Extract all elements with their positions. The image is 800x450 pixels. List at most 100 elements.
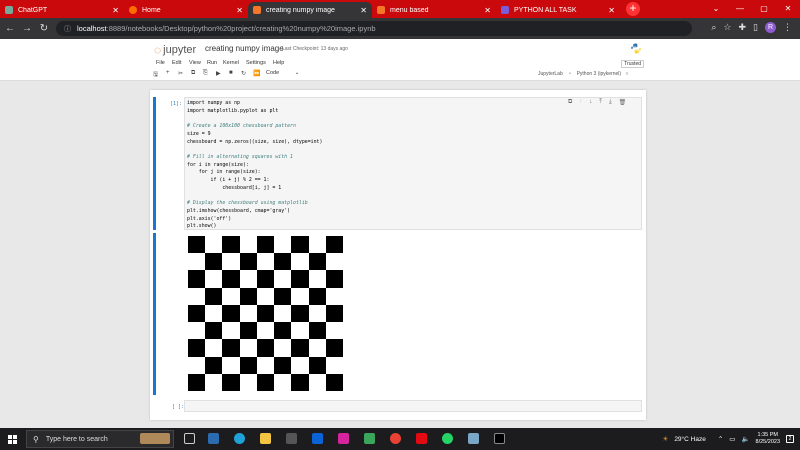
zoom-icon[interactable]: ⌕ <box>711 22 716 33</box>
new-tab-button[interactable]: + <box>626 2 640 16</box>
trusted-indicator[interactable]: Trusted <box>621 60 644 68</box>
url-field[interactable]: ⓘ localhost:8889/notebooks/Desktop/pytho… <box>56 21 692 36</box>
chessboard-square <box>188 253 206 271</box>
move-up-icon[interactable]: ↑ <box>579 99 582 106</box>
duplicate-cell-icon[interactable]: ⧉ <box>568 99 572 106</box>
close-icon[interactable]: ✕ <box>112 6 119 15</box>
file-explorer-icon[interactable] <box>260 433 271 444</box>
chessboard-square <box>308 236 326 254</box>
insert-above-icon[interactable]: ⤒ <box>599 99 602 106</box>
weather-text[interactable]: 29°C Haze <box>674 436 706 443</box>
edge-icon[interactable] <box>234 433 245 444</box>
insert-below-icon[interactable]: ⤓ <box>609 99 612 106</box>
extensions-icon[interactable]: ✚ <box>739 22 747 33</box>
close-icon[interactable]: ✕ <box>236 6 243 15</box>
chessboard-square <box>222 356 240 374</box>
bookmark-star-icon[interactable]: ☆ <box>723 22 731 33</box>
windows-taskbar: ⚲ Type here to search ☀ 29°C Haze ⌃ ▭ 🔈 … <box>0 428 800 450</box>
profile-avatar[interactable]: R <box>765 22 776 33</box>
menu-file[interactable]: File <box>156 60 165 66</box>
url-path: :8889/notebooks/Desktop/python%20project… <box>106 24 376 33</box>
chrome-icon[interactable] <box>390 433 401 444</box>
code-editor[interactable]: import numpy as np import matplotlib.pypl… <box>187 100 322 231</box>
save-icon[interactable]: 🖫 <box>153 70 158 80</box>
browser-menu-icon[interactable]: ⋮ <box>783 22 792 33</box>
instagram-icon[interactable] <box>338 433 349 444</box>
menu-settings[interactable]: Settings <box>246 60 266 66</box>
run-icon[interactable]: ▶ <box>216 70 221 77</box>
tab-search-icon[interactable]: ⌄ <box>704 0 728 18</box>
menu-view[interactable]: View <box>189 60 201 66</box>
search-highlight-icon[interactable] <box>140 433 170 444</box>
jupyter-logo[interactable]: ◌ jupyter <box>154 43 196 57</box>
whatsapp-icon[interactable] <box>442 433 453 444</box>
code-line: plt.axis('off') <box>187 215 232 222</box>
netflix-icon[interactable] <box>416 433 427 444</box>
menu-help[interactable]: Help <box>273 60 284 66</box>
code-line: plt.show() <box>187 223 217 230</box>
chessboard-square <box>239 322 257 340</box>
cell-type-select[interactable]: Code ⌄ <box>266 70 302 76</box>
menu-kernel[interactable]: Kernel <box>223 60 239 66</box>
chessboard-square <box>308 287 326 305</box>
network-icon[interactable]: ▭ <box>729 435 735 443</box>
chessboard-square <box>274 373 292 391</box>
jupyter-logo-text: jupyter <box>163 44 197 56</box>
terminal-icon[interactable] <box>494 433 505 444</box>
copy-icon[interactable]: ⧉ <box>191 70 195 77</box>
chessboard-square <box>308 356 326 374</box>
notification-icon[interactable]: 2 <box>786 435 794 443</box>
tab-chatgpt[interactable]: ChatGPT ✕ <box>0 2 124 18</box>
stop-icon[interactable]: ■ <box>229 70 233 76</box>
menu-run[interactable]: Run <box>207 60 217 66</box>
notebook-icon <box>501 6 509 14</box>
cut-icon[interactable]: ✂ <box>178 70 183 77</box>
chessboard-square <box>274 270 292 288</box>
tab-home[interactable]: Home ✕ <box>124 2 248 18</box>
charts-app-icon[interactable] <box>364 433 375 444</box>
clock[interactable]: 1:35 PM 8/25/2023 <box>756 432 780 446</box>
jupyterlab-link[interactable]: JupyterLab <box>538 71 563 77</box>
close-icon[interactable]: ✕ <box>608 6 615 15</box>
windows-start-icon[interactable] <box>8 435 17 444</box>
empty-code-cell[interactable] <box>184 400 642 412</box>
move-down-icon[interactable]: ↓ <box>589 99 592 106</box>
forward-icon[interactable]: → <box>20 23 34 34</box>
kernel-status-icon: ◔ <box>568 71 572 77</box>
kernel-name[interactable]: Python 3 (ipykernel) <box>577 71 621 77</box>
chessboard-square <box>291 287 309 305</box>
chessboard-square <box>239 270 257 288</box>
info-icon[interactable]: ⓘ <box>64 24 71 34</box>
browser-tab-strip: ChatGPT ✕ Home ✕ creating numpy image ✕ … <box>0 0 800 18</box>
notebook-title[interactable]: creating numpy image <box>205 44 284 53</box>
close-icon[interactable]: ✕ <box>360 6 367 15</box>
reload-icon[interactable]: ↻ <box>37 23 51 34</box>
add-cell-icon[interactable]: + <box>166 70 170 76</box>
paste-icon[interactable]: ⎘ <box>203 70 208 77</box>
chessboard-square <box>291 356 309 374</box>
app-icon[interactable] <box>468 433 479 444</box>
tray-chevron-icon[interactable]: ⌃ <box>718 435 723 443</box>
delete-cell-icon[interactable]: 🗑 <box>619 99 627 106</box>
widgets-icon[interactable] <box>208 433 219 444</box>
chessboard-square <box>274 339 292 357</box>
window-close-icon[interactable]: ✕ <box>776 0 800 18</box>
clock-time: 1:35 PM <box>757 432 778 438</box>
minimize-icon[interactable]: — <box>728 0 752 18</box>
tab-python-all-task[interactable]: PYTHON ALL TASK ✕ <box>496 2 620 18</box>
notebook-toolbar: 🖫 + ✂ ⧉ ⎘ ▶ ■ ↻ ⏩ Code ⌄ JupyterLab ◔ Py… <box>0 69 800 81</box>
restart-icon[interactable]: ↻ <box>241 70 246 77</box>
maximize-icon[interactable]: ▢ <box>752 0 776 18</box>
tab-creating-numpy-image[interactable]: creating numpy image ✕ <box>248 2 372 18</box>
back-icon[interactable]: ← <box>3 23 17 34</box>
side-panel-icon[interactable]: ▯ <box>753 22 758 33</box>
task-view-icon[interactable] <box>184 433 195 444</box>
mail-icon[interactable] <box>312 433 323 444</box>
restart-run-all-icon[interactable]: ⏩ <box>253 70 260 77</box>
tab-menu-based[interactable]: menu based ✕ <box>372 2 496 18</box>
close-icon[interactable]: ✕ <box>484 6 491 15</box>
store-icon[interactable] <box>286 433 297 444</box>
menu-edit[interactable]: Edit <box>172 60 181 66</box>
volume-icon[interactable]: 🔈 <box>741 435 749 443</box>
chessboard-square <box>291 339 309 357</box>
